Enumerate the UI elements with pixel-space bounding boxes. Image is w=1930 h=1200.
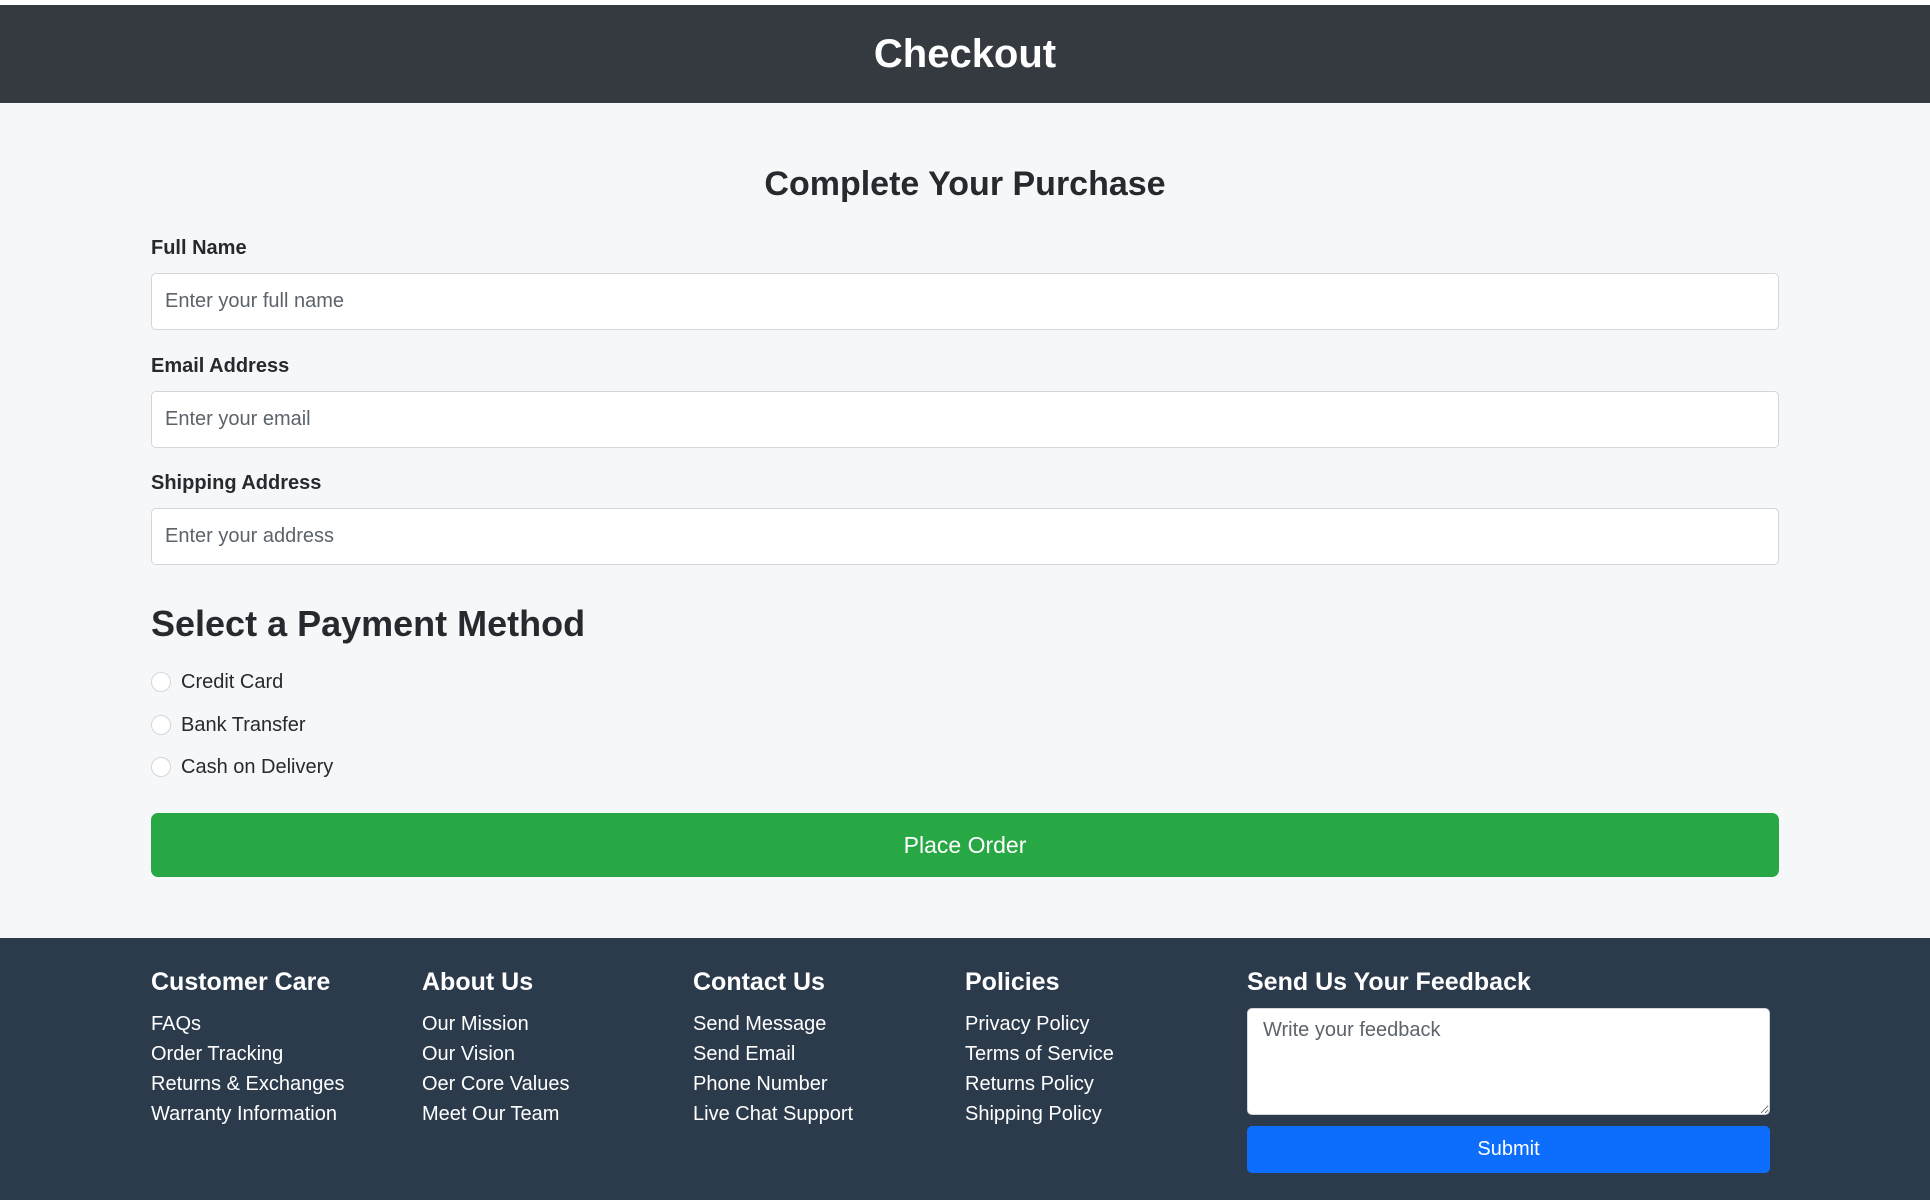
footer-column-title: Contact Us	[693, 968, 825, 996]
footer-link[interactable]: Order Tracking	[151, 1039, 344, 1069]
place-order-button[interactable]: Place Order	[151, 813, 1779, 877]
footer-link[interactable]: Privacy Policy	[965, 1009, 1114, 1039]
radio-button[interactable]	[151, 757, 171, 777]
footer-link[interactable]: Returns Policy	[965, 1069, 1114, 1099]
form-title: Complete Your Purchase	[764, 165, 1166, 203]
footer-column-title: About Us	[422, 968, 534, 996]
payment-option-bank-transfer[interactable]: Bank Transfer	[151, 711, 306, 739]
page-header: Checkout	[0, 5, 1930, 103]
shipping-address-label: Shipping Address	[151, 472, 322, 494]
footer-link[interactable]: Terms of Service	[965, 1039, 1114, 1069]
footer-link[interactable]: Meet Our Team	[422, 1099, 569, 1129]
footer-link[interactable]: Oer Core Values	[422, 1069, 569, 1099]
footer-column-title: Policies	[965, 968, 1060, 996]
feedback-title: Send Us Your Feedback	[1247, 968, 1531, 996]
footer-column-about-us: About Us Our Mission Our Vision Oer Core…	[422, 968, 569, 1129]
footer-column-policies: Policies Privacy Policy Terms of Service…	[965, 968, 1114, 1129]
footer-link[interactable]: Send Message	[693, 1009, 853, 1039]
footer-link[interactable]: Returns & Exchanges	[151, 1069, 344, 1099]
shipping-address-input[interactable]	[151, 508, 1779, 565]
footer-link[interactable]: Phone Number	[693, 1069, 853, 1099]
footer-link[interactable]: Our Vision	[422, 1039, 569, 1069]
email-label: Email Address	[151, 355, 290, 377]
footer-link[interactable]: Our Mission	[422, 1009, 569, 1039]
page-title: Checkout	[873, 31, 1057, 76]
payment-option-label: Credit Card	[181, 670, 284, 693]
full-name-label: Full Name	[151, 237, 247, 259]
payment-option-label: Cash on Delivery	[181, 755, 334, 778]
footer-link[interactable]: Warranty Information	[151, 1099, 344, 1129]
footer-column-contact-us: Contact Us Send Message Send Email Phone…	[693, 968, 853, 1129]
payment-option-label: Bank Transfer	[181, 713, 306, 736]
footer-column-customer-care: Customer Care FAQs Order Tracking Return…	[151, 968, 344, 1129]
footer-link[interactable]: Send Email	[693, 1039, 853, 1069]
payment-option-cash-on-delivery[interactable]: Cash on Delivery	[151, 753, 333, 781]
payment-method-title: Select a Payment Method	[151, 603, 586, 644]
payment-option-credit-card[interactable]: Credit Card	[151, 668, 283, 696]
radio-button[interactable]	[151, 715, 171, 735]
feedback-textarea[interactable]	[1247, 1008, 1770, 1115]
footer-link[interactable]: FAQs	[151, 1009, 344, 1039]
full-name-input[interactable]	[151, 273, 1779, 330]
footer-link[interactable]: Shipping Policy	[965, 1099, 1114, 1129]
email-input[interactable]	[151, 391, 1779, 448]
page-footer: Customer Care FAQs Order Tracking Return…	[0, 938, 1930, 1200]
radio-button[interactable]	[151, 672, 171, 692]
feedback-submit-button[interactable]: Submit	[1247, 1126, 1770, 1173]
footer-link[interactable]: Live Chat Support	[693, 1099, 853, 1129]
footer-column-title: Customer Care	[151, 968, 331, 996]
